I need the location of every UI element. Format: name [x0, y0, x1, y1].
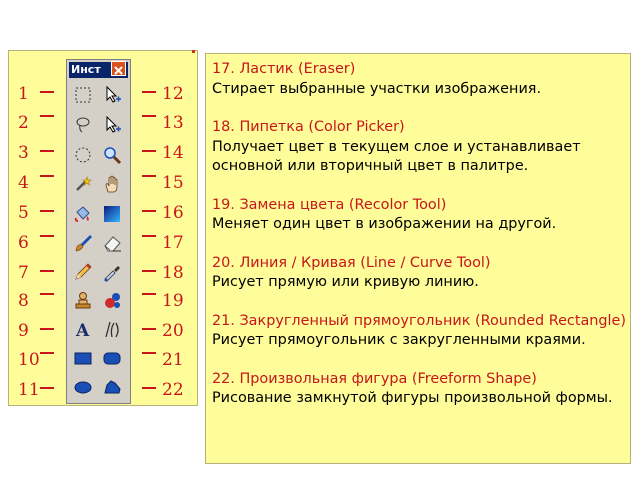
- right-number-label: 21: [162, 350, 184, 370]
- left-number-label: 11: [18, 380, 40, 400]
- entry-description: Получает цвет в текущем слое и устанавли…: [212, 138, 581, 175]
- right-number-label: 18: [162, 263, 184, 283]
- entry-title: 21. Закругленный прямоугольник (Rounded …: [212, 312, 627, 329]
- left-number-label: 6: [18, 233, 29, 253]
- clone-stamp-icon[interactable]: [73, 290, 93, 310]
- entry-eraser: 17. Ластик (Eraser) Стирает выбранные уч…: [212, 60, 630, 99]
- entry-title: 22. Произвольная фигура (Freeform Shape): [212, 370, 537, 387]
- entry-description: Рисует прямую или кривую линию.: [212, 274, 479, 290]
- pan-hand-icon[interactable]: [102, 174, 122, 194]
- recolor-icon[interactable]: [102, 290, 122, 310]
- right-number-label: 15: [162, 173, 184, 193]
- left-number-label: 10: [18, 350, 40, 370]
- gradient-icon[interactable]: [102, 204, 122, 224]
- move-selected-icon[interactable]: [102, 115, 122, 135]
- left-number-label: 3: [18, 143, 29, 163]
- left-pointer-line: [40, 352, 54, 354]
- left-number-label: 7: [18, 263, 29, 283]
- zoom-icon[interactable]: [102, 145, 122, 165]
- magic-wand-icon[interactable]: [73, 174, 93, 194]
- left-pointer-line: [40, 175, 54, 177]
- left-pointer-line: [40, 387, 54, 389]
- right-pointer-line: [142, 115, 156, 117]
- eraser-icon[interactable]: [102, 233, 122, 253]
- left-number-label: 4: [18, 173, 29, 193]
- entry-color-picker: 18. Пипетка (Color Picker) Получает цвет…: [212, 118, 630, 177]
- right-pointer-line: [142, 293, 156, 295]
- entry-recolor: 19. Замена цвета (Recolor Tool) Меняет о…: [212, 196, 630, 235]
- entry-title: 17. Ластик (Eraser): [212, 61, 356, 77]
- corner-mark: [192, 50, 195, 53]
- rectangle-icon[interactable]: [73, 348, 93, 368]
- left-pointer-line: [40, 270, 54, 272]
- ellipse-select-icon[interactable]: [73, 145, 93, 165]
- right-pointer-line: [142, 235, 156, 237]
- right-number-label: 12: [162, 84, 184, 104]
- line-curve-icon[interactable]: [102, 319, 122, 339]
- pencil-icon[interactable]: [73, 262, 93, 282]
- right-number-label: 19: [162, 291, 184, 311]
- right-number-label: 22: [162, 380, 184, 400]
- paintbrush-icon[interactable]: [73, 233, 93, 253]
- lasso-select-icon[interactable]: [73, 115, 93, 135]
- right-pointer-line: [142, 270, 156, 272]
- right-pointer-line: [142, 210, 156, 212]
- toolbox-close-button[interactable]: [111, 61, 126, 76]
- right-number-label: 16: [162, 203, 184, 223]
- paint-bucket-icon[interactable]: [73, 204, 93, 224]
- entry-line-curve: 20. Линия / Кривая (Line / Curve Tool) Р…: [212, 254, 630, 293]
- entry-title: 19. Замена цвета (Recolor Tool): [212, 196, 447, 213]
- entry-description: Меняет один цвет в изображении на другой…: [212, 216, 557, 232]
- right-pointer-line: [142, 150, 156, 152]
- svg-text:A: A: [75, 321, 90, 339]
- text-icon[interactable]: A: [73, 319, 93, 341]
- right-number-label: 13: [162, 113, 184, 133]
- right-pointer-line: [142, 175, 156, 177]
- left-pointer-line: [40, 235, 54, 237]
- left-number-label: 5: [18, 203, 29, 223]
- description-panel: 17. Ластик (Eraser) Стирает выбранные уч…: [205, 53, 631, 464]
- left-number-label: 9: [18, 321, 29, 341]
- right-pointer-line: [142, 91, 156, 93]
- left-pointer-line: [40, 150, 54, 152]
- freeform-shape-icon[interactable]: [102, 377, 122, 397]
- entry-freeform-shape: 22. Произвольная фигура (Freeform Shape)…: [212, 370, 630, 409]
- rect-select-icon[interactable]: [73, 85, 93, 105]
- right-pointer-line: [142, 352, 156, 354]
- ellipse-icon[interactable]: [73, 377, 93, 397]
- move-selection-icon[interactable]: [102, 85, 122, 105]
- left-pointer-line: [40, 210, 54, 212]
- color-picker-icon[interactable]: [102, 262, 122, 282]
- entry-description: Рисует прямоугольник с закругленными кра…: [212, 332, 586, 348]
- entry-rounded-rectangle: 21. Закругленный прямоугольник (Rounded …: [212, 312, 630, 351]
- entry-description: Стирает выбранные участки изображения.: [212, 80, 542, 97]
- right-number-label: 20: [162, 321, 184, 341]
- entry-description: Рисование замкнутой фигуры произвольной …: [212, 390, 613, 406]
- left-pointer-line: [40, 293, 54, 295]
- left-pointer-line: [40, 91, 54, 93]
- close-icon: [114, 66, 123, 75]
- rounded-rectangle-icon[interactable]: [102, 348, 122, 368]
- right-number-label: 14: [162, 143, 184, 163]
- left-number-label: 2: [18, 113, 29, 133]
- left-number-label: 8: [18, 291, 29, 311]
- left-pointer-line: [40, 115, 54, 117]
- left-pointer-line: [40, 328, 54, 330]
- right-number-label: 17: [162, 233, 184, 253]
- right-pointer-line: [142, 328, 156, 330]
- right-pointer-line: [142, 387, 156, 389]
- left-number-label: 1: [18, 84, 29, 104]
- entry-title: 18. Пипетка (Color Picker): [212, 119, 405, 135]
- entry-title: 20. Линия / Кривая (Line / Curve Tool): [212, 254, 491, 271]
